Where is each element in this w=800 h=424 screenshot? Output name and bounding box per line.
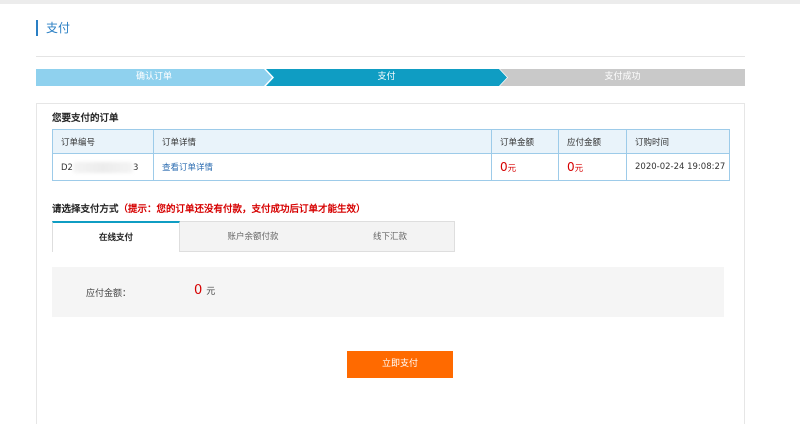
title-divider — [36, 56, 745, 57]
payable-amount-display: 0元 — [194, 283, 215, 298]
order-amount-cell: 0元 — [491, 153, 559, 181]
payment-method-label: 请选择支付方式 — [52, 204, 119, 215]
payable-total-value: 0 — [194, 283, 203, 298]
orders-heading: 您要支付的订单 — [52, 113, 119, 124]
step-pay-success: 支付成功 — [500, 69, 745, 86]
col-order-detail: 订单详情 — [153, 129, 492, 154]
top-divider — [0, 0, 800, 4]
redacted-order-no — [72, 161, 133, 173]
pay-now-button[interactable]: 立即支付 — [347, 351, 453, 378]
tab-offline-transfer[interactable]: 线下汇款 — [326, 221, 455, 252]
page-title: 支付 — [36, 20, 70, 36]
payable-total-unit: 元 — [206, 287, 216, 297]
payment-tabs: 在线支付 账户余额付款 线下汇款 — [52, 221, 455, 252]
order-detail-cell: 查看订单详情 — [153, 153, 492, 181]
col-order-time: 订购时间 — [626, 129, 730, 154]
order-amount-unit: 元 — [507, 164, 517, 174]
orders-table: 订单编号 订单详情 订单金额 应付金额 订购时间 D2 3 查看订单详情 0元 0… — [52, 129, 730, 181]
payable-amount-box: 应付金额： 0元 — [52, 267, 724, 317]
step-pay: 支付 — [266, 69, 507, 86]
progress-steps: 确认订单 支付 支付成功 — [36, 69, 745, 86]
table-header-row: 订单编号 订单详情 订单金额 应付金额 订购时间 — [52, 129, 730, 154]
payable-amount-value: 0 — [567, 160, 575, 174]
order-no-suffix: 3 — [132, 162, 139, 173]
order-no-cell: D2 3 — [52, 153, 154, 181]
payable-amount-unit: 元 — [574, 164, 584, 174]
tab-balance-payment[interactable]: 账户余额付款 — [180, 221, 327, 252]
col-payable-amount: 应付金额 — [558, 129, 627, 154]
payable-amount-label: 应付金额： — [86, 289, 132, 299]
table-row: D2 3 查看订单详情 0元 0元 2020-02-24 19:08:27 — [52, 153, 730, 181]
order-no-prefix: D2 — [61, 162, 73, 173]
col-order-no: 订单编号 — [52, 129, 154, 154]
step-confirm-order: 确认订单 — [36, 69, 272, 86]
payment-hint: （提示：您的订单还没有付款，支付成功后订单才能生效） — [118, 204, 366, 215]
col-order-amount: 订单金额 — [491, 129, 559, 154]
order-time-cell: 2020-02-24 19:08:27 — [626, 153, 730, 181]
payable-amount-cell: 0元 — [558, 153, 627, 181]
order-amount-value: 0 — [500, 160, 508, 174]
view-order-detail-link[interactable]: 查看订单详情 — [162, 163, 213, 173]
payment-method-heading: 请选择支付方式（提示：您的订单还没有付款，支付成功后订单才能生效） — [52, 201, 366, 215]
tab-online-payment[interactable]: 在线支付 — [52, 221, 180, 252]
